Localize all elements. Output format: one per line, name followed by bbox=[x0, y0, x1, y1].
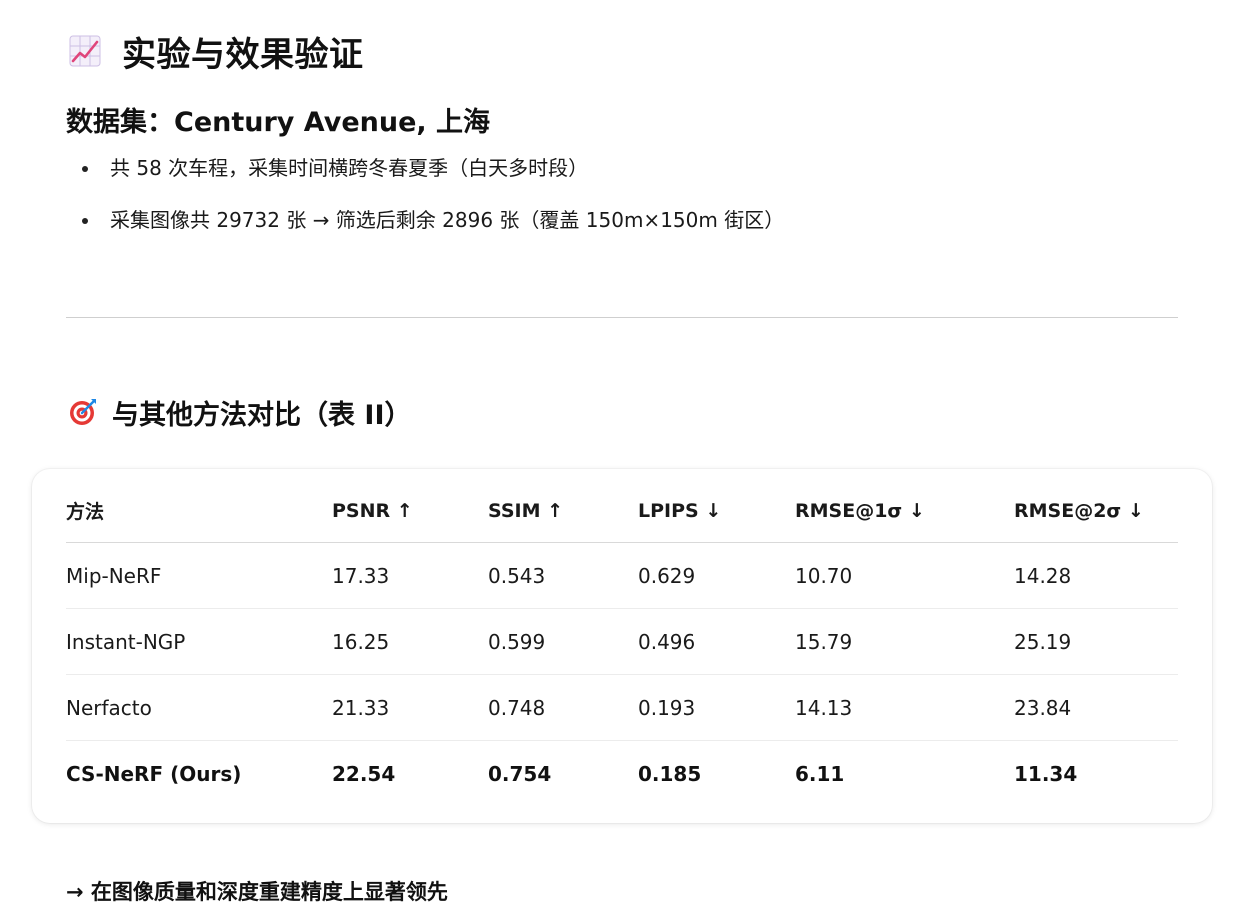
column-header-psnr: PSNR ↑ bbox=[332, 479, 488, 543]
table-cell: 0.496 bbox=[638, 608, 795, 675]
table-cell: 0.748 bbox=[488, 674, 638, 741]
table-cell: 0.629 bbox=[638, 542, 795, 609]
table-cell: Instant-NGP bbox=[66, 608, 332, 675]
table-row: Mip-NeRF 17.33 0.543 0.629 10.70 14.28 bbox=[66, 542, 1178, 609]
table-cell: 0.543 bbox=[488, 542, 638, 609]
column-header-rmse-1sigma: RMSE@1σ ↓ bbox=[795, 479, 1014, 543]
column-header-ssim: SSIM ↑ bbox=[488, 479, 638, 543]
table-row: Nerfacto 21.33 0.748 0.193 14.13 23.84 bbox=[66, 674, 1178, 741]
table-cell: 0.185 bbox=[638, 761, 702, 786]
section-title: 实验与效果验证 bbox=[122, 34, 364, 75]
table-cell: 11.34 bbox=[1014, 761, 1078, 786]
page: 实验与效果验证 数据集：Century Avenue, 上海 共 58 次车程，… bbox=[0, 0, 1240, 906]
table-cell: 16.25 bbox=[332, 608, 488, 675]
list-item: 采集图像共 29732 张 → 筛选后剩余 2896 张（覆盖 150m×150… bbox=[66, 207, 784, 233]
column-header-lpips: LPIPS ↓ bbox=[638, 479, 795, 543]
comparison-table: 方法 PSNR ↑ SSIM ↑ LPIPS ↓ RMSE@1σ ↓ RMSE@… bbox=[66, 479, 1178, 806]
table-header-row: 方法 PSNR ↑ SSIM ↑ LPIPS ↓ RMSE@1σ ↓ RMSE@… bbox=[66, 479, 1178, 543]
table-cell: 21.33 bbox=[332, 674, 488, 741]
section-heading-comparison: 与其他方法对比（表 II） bbox=[68, 392, 412, 432]
table-cell: 0.754 bbox=[488, 761, 552, 786]
column-header-method: 方法 bbox=[66, 479, 332, 543]
list-item: 共 58 次车程，采集时间横跨冬春夏季（白天多时段） bbox=[66, 155, 784, 181]
table-cell: 14.13 bbox=[795, 674, 1014, 741]
table-cell: 6.11 bbox=[795, 761, 845, 786]
table-cell: CS-NeRF (Ours) bbox=[66, 761, 242, 786]
table-cell: 23.84 bbox=[1014, 674, 1178, 741]
table-cell: Mip-NeRF bbox=[66, 542, 332, 609]
column-header-rmse-2sigma: RMSE@2σ ↓ bbox=[1014, 479, 1178, 543]
target-icon bbox=[68, 397, 98, 427]
table-cell: 0.599 bbox=[488, 608, 638, 675]
comparison-table-card: 方法 PSNR ↑ SSIM ↑ LPIPS ↓ RMSE@1σ ↓ RMSE@… bbox=[32, 469, 1212, 823]
table-cell: 15.79 bbox=[795, 608, 1014, 675]
conclusion-text: → 在图像质量和深度重建精度上显著领先 bbox=[66, 880, 448, 904]
dataset-bullet-list: 共 58 次车程，采集时间横跨冬春夏季（白天多时段） 采集图像共 29732 张… bbox=[66, 155, 784, 259]
table-cell: 25.19 bbox=[1014, 608, 1178, 675]
table-cell: Nerfacto bbox=[66, 674, 332, 741]
table-cell: 0.193 bbox=[638, 674, 795, 741]
section-title: 与其他方法对比（表 II） bbox=[112, 399, 412, 431]
table-row-highlighted: CS-NeRF (Ours) 22.54 0.754 0.185 6.11 11… bbox=[66, 741, 1178, 807]
chart-increasing-icon bbox=[68, 34, 102, 68]
horizontal-divider bbox=[66, 317, 1178, 318]
section-heading-experiments: 实验与效果验证 bbox=[68, 28, 364, 75]
table-cell: 22.54 bbox=[332, 761, 396, 786]
table-cell: 10.70 bbox=[795, 542, 1014, 609]
table-row: Instant-NGP 16.25 0.599 0.496 15.79 25.1… bbox=[66, 608, 1178, 675]
dataset-heading: 数据集：Century Avenue, 上海 bbox=[66, 107, 491, 138]
table-cell: 17.33 bbox=[332, 542, 488, 609]
table-cell: 14.28 bbox=[1014, 542, 1178, 609]
